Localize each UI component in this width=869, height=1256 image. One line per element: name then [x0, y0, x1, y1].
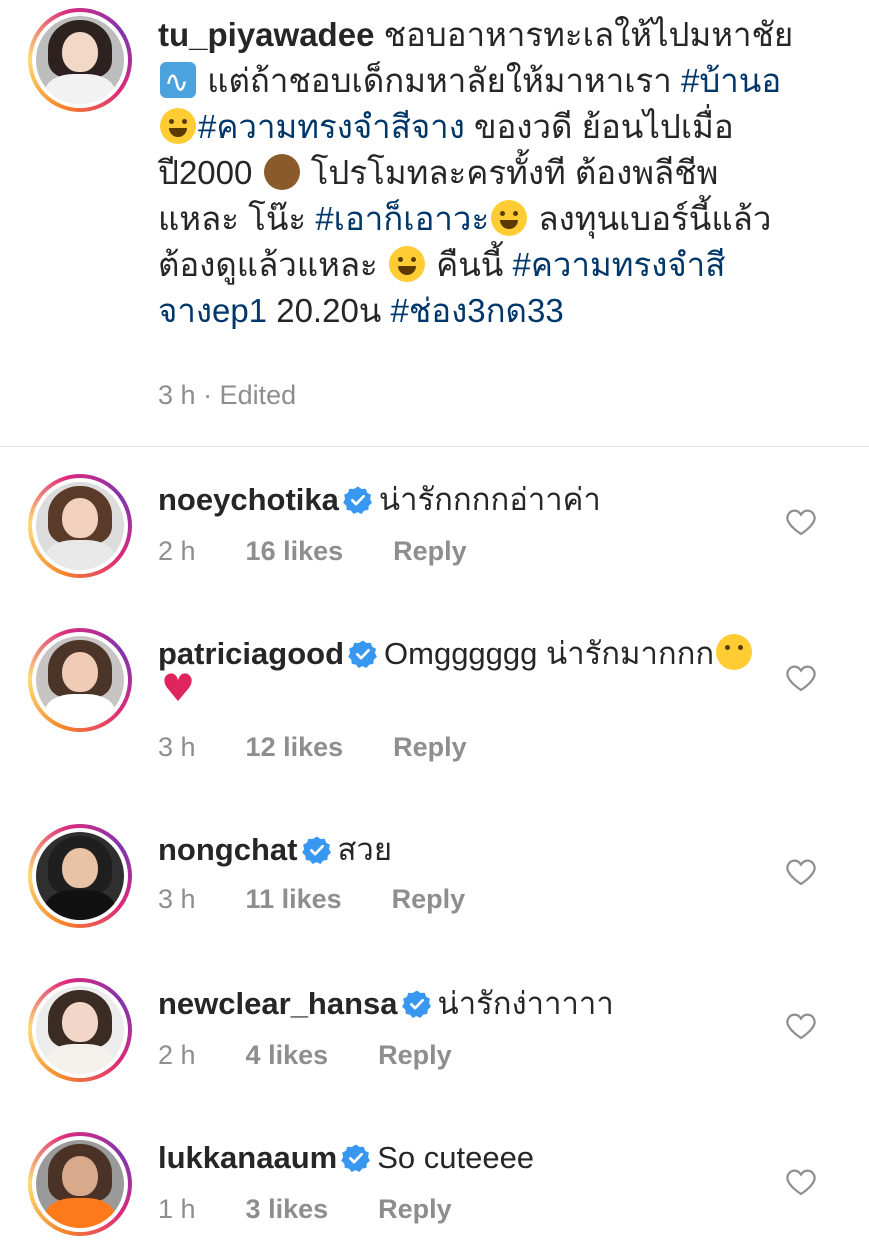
heart-outline-icon[interactable] — [785, 1010, 817, 1042]
comment-likes[interactable]: 16 likes — [246, 536, 344, 567]
comment-text: น่ารักกกกอ่าาค่า — [378, 482, 601, 517]
comment-text: So cuteeee — [377, 1140, 535, 1175]
verified-badge-icon — [343, 485, 373, 515]
caption-segment: แต่ถ้าชอบเด็กมหาลัยให้มาหาเรา — [198, 62, 681, 99]
avatar-body — [44, 74, 116, 104]
heart-outline-icon[interactable] — [785, 1166, 817, 1198]
comment-time: 2 h — [158, 536, 196, 566]
comment-meta: 2 h 16 likes Reply — [158, 536, 467, 567]
commenter-avatar[interactable] — [28, 1132, 132, 1236]
avatar-photo — [36, 986, 124, 1074]
avatar-body — [44, 694, 116, 724]
commenter-avatar[interactable] — [28, 628, 132, 732]
avatar-photo — [36, 482, 124, 570]
comment-text: น่ารักง่าาาาา — [437, 986, 614, 1021]
caption-segment: คืนนี้ — [426, 246, 513, 283]
pleading-emoji-icon — [716, 634, 753, 670]
avatar-photo — [36, 832, 124, 920]
wave-emoji-icon — [160, 60, 196, 106]
caption-edited: · Edited — [203, 380, 297, 410]
comment-body: patriciagood Omgggggg น่ารักมากกก — [158, 634, 758, 714]
commenter-avatar[interactable] — [28, 474, 132, 578]
comment-text: สวย — [337, 832, 393, 867]
avatar-body — [44, 1044, 116, 1074]
verified-badge-icon — [348, 639, 378, 669]
avatar-face — [62, 847, 98, 889]
comment-likes[interactable]: 12 likes — [246, 732, 344, 763]
comment-likes[interactable]: 4 likes — [246, 1040, 329, 1071]
comment-text: Omgggggg น่ารักมากกก — [384, 636, 715, 671]
avatar-face — [62, 651, 98, 693]
avatar-face — [62, 497, 98, 539]
comment-likes[interactable]: 11 likes — [246, 884, 342, 915]
caption-time: 3 h — [158, 380, 196, 410]
avatar-body — [44, 540, 116, 570]
reply-button[interactable]: Reply — [378, 1194, 452, 1225]
avatar-photo — [36, 636, 124, 724]
hashtag-link[interactable]: #ช่อง3กด33 — [391, 292, 564, 329]
comment-body: lukkanaaum So cuteeee — [158, 1138, 758, 1178]
comment-body: noeychotika น่ารักกกกอ่าาค่า — [158, 480, 758, 520]
comment-meta: 3 h 12 likes Reply — [158, 732, 467, 763]
comment-time: 3 h — [158, 732, 196, 762]
comment-time: 3 h — [158, 884, 196, 914]
comment-body: nongchat สวย — [158, 830, 758, 870]
comment-meta: 2 h 4 likes Reply — [158, 1040, 452, 1071]
verified-badge-icon — [301, 835, 332, 865]
heart-outline-icon[interactable] — [785, 506, 817, 538]
caption-text: tu_piyawadee ชอบอาหารทะเลให้ไปมหาชัย แต่… — [158, 12, 798, 334]
comment-likes[interactable]: 3 likes — [246, 1194, 329, 1225]
verified-badge-icon — [401, 989, 432, 1019]
commenter-username[interactable]: nongchat — [158, 832, 298, 867]
post-author-username[interactable]: tu_piyawadee — [158, 16, 374, 53]
caption-segment: ชอบอาหารทะเลให้ไปมหาชัย — [374, 16, 794, 53]
hashtag-link[interactable]: #เอาก็เอาวะ — [315, 200, 489, 237]
heart-emoji-icon — [160, 668, 196, 710]
commenter-username[interactable]: noeychotika — [158, 482, 339, 517]
comment-time: 2 h — [158, 1040, 196, 1070]
reply-button[interactable]: Reply — [393, 536, 467, 567]
reply-button[interactable]: Reply — [392, 884, 466, 915]
post-caption: tu_piyawadee ชอบอาหารทะเลให้ไปมหาชัย แต่… — [0, 0, 869, 447]
comment-meta: 1 h 3 likes Reply — [158, 1194, 452, 1225]
heart-outline-icon[interactable] — [785, 662, 817, 694]
avatar-face — [62, 1001, 98, 1043]
hashtag-link[interactable]: #บ้านอ — [681, 62, 781, 99]
comment-body: newclear_hansa น่ารักง่าาาาา — [158, 984, 758, 1024]
avatar-photo — [36, 16, 124, 104]
commenter-username[interactable]: lukkanaaum — [158, 1140, 337, 1175]
post-author-avatar[interactable] — [28, 8, 132, 112]
avatar-photo — [36, 1140, 124, 1228]
face-emoji-icon — [388, 246, 425, 282]
caption-segment: 20.20น — [267, 292, 391, 329]
caption-meta: 3 h · Edited — [158, 380, 296, 411]
avatar-face — [62, 1155, 98, 1197]
verified-badge-icon — [341, 1143, 371, 1173]
commenter-avatar[interactable] — [28, 824, 132, 928]
avatar-face — [62, 31, 98, 73]
comment-meta: 3 h 11 likes Reply — [158, 884, 465, 915]
reply-button[interactable]: Reply — [378, 1040, 452, 1071]
hashtag-link[interactable]: #ความทรงจำสีจาง — [198, 108, 465, 145]
monkey-emoji-icon — [263, 154, 300, 190]
commenter-username[interactable]: newclear_hansa — [158, 986, 398, 1021]
reply-button[interactable]: Reply — [393, 732, 467, 763]
avatar-body — [44, 890, 116, 920]
heart-outline-icon[interactable] — [785, 856, 817, 888]
commenter-avatar[interactable] — [28, 978, 132, 1082]
avatar-body — [44, 1198, 116, 1228]
face-emoji-icon — [491, 200, 528, 236]
face-emoji-icon — [160, 108, 196, 144]
comment-time: 1 h — [158, 1194, 196, 1224]
